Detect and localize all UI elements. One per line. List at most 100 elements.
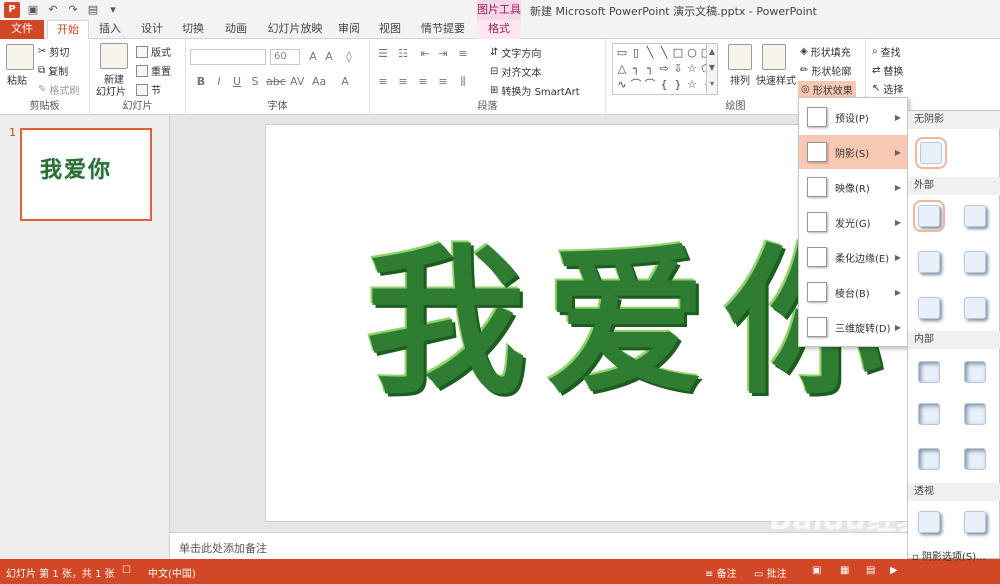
textbox-shape-icon[interactable]: ▭	[615, 45, 629, 61]
shadow-outer-swatch[interactable]	[964, 205, 986, 227]
underline-icon[interactable]: U	[230, 75, 244, 88]
cut-button[interactable]: ✂ 剪切	[38, 44, 69, 59]
line-shape-icon[interactable]: ╲	[643, 45, 657, 61]
shadow-options-link[interactable]: ▫ 阴影选项(S)...	[912, 548, 986, 563]
shadow-outer-swatch[interactable]	[918, 297, 940, 319]
select-button[interactable]: ↖ 选择	[872, 81, 903, 96]
shadow-text-icon[interactable]: S	[248, 75, 262, 88]
save-icon[interactable]: ▣	[26, 3, 40, 17]
shadow-inner-swatch[interactable]	[918, 361, 940, 383]
arrow-down-shape-icon[interactable]: ⇩	[671, 61, 685, 77]
tab-file[interactable]: 文件	[0, 20, 44, 39]
freeform-shape-icon[interactable]: ⌒	[643, 77, 657, 93]
tab-review[interactable]: 审阅	[333, 20, 365, 39]
new-slide-icon[interactable]	[100, 43, 128, 69]
new-slide-button-line2[interactable]: 幻灯片	[96, 83, 126, 98]
connector-shape-icon[interactable]: ┐	[629, 61, 643, 77]
quick-styles-button[interactable]: 快速样式	[756, 72, 796, 87]
reset-button[interactable]: 重置	[136, 63, 171, 78]
curve-shape-icon[interactable]: ∿	[615, 77, 629, 93]
paste-button[interactable]: 粘贴	[7, 72, 27, 87]
rectangle-shape-icon[interactable]: □	[671, 45, 685, 61]
tab-storyboarding[interactable]: 情节提要	[418, 20, 468, 39]
layout-button[interactable]: 版式	[136, 44, 171, 59]
notes-toggle[interactable]: ≡ 备注	[705, 565, 737, 580]
align-text-button[interactable]: ⊟ 对齐文本	[490, 64, 541, 79]
shadow-outer-swatch[interactable]	[964, 297, 986, 319]
shape-fill-button[interactable]: ◈ 形状填充	[800, 44, 851, 59]
tab-home[interactable]: 开始	[47, 20, 89, 40]
brace-right-shape-icon[interactable]: }	[671, 77, 685, 93]
font-color-icon[interactable]: A	[338, 75, 352, 88]
star2-shape-icon[interactable]: ☆	[685, 77, 699, 93]
align-right-icon[interactable]: ≡	[416, 75, 430, 88]
customize-qat-icon[interactable]: ▾	[106, 3, 120, 17]
shadow-outer-swatch[interactable]	[918, 251, 940, 273]
shapes-gallery[interactable]: ▭▯╲╲□○▢ △┐┐⇨⇩☆⬠ ∿⌒⌒{}☆·	[612, 43, 716, 95]
arrange-button[interactable]: 排列	[730, 72, 750, 87]
arc-shape-icon[interactable]: ⌒	[629, 77, 643, 93]
brace-left-shape-icon[interactable]: {	[657, 77, 671, 93]
tab-design[interactable]: 设计	[134, 20, 170, 39]
shadow-inner-swatch[interactable]	[918, 448, 940, 470]
copy-button[interactable]: ⧉ 复制	[38, 63, 68, 78]
menu-item-reflection[interactable]: 映像(R) ▶	[799, 170, 907, 204]
redo-icon[interactable]: ↷	[66, 3, 80, 17]
align-center-icon[interactable]: ≡	[396, 75, 410, 88]
align-left-icon[interactable]: ≡	[376, 75, 390, 88]
shadow-inner-swatch[interactable]	[918, 403, 940, 425]
line2-shape-icon[interactable]: ╲	[657, 45, 671, 61]
shadow-inner-swatch[interactable]	[964, 448, 986, 470]
menu-item-preset[interactable]: 预设(P) ▶	[799, 100, 907, 134]
arrange-icon[interactable]	[728, 44, 752, 70]
font-size-combo[interactable]: 60	[270, 49, 300, 65]
menu-item-glow[interactable]: 发光(G) ▶	[799, 205, 907, 239]
shadow-none-swatch[interactable]	[915, 137, 947, 169]
normal-view-icon[interactable]: ▣	[812, 565, 821, 576]
tab-slideshow[interactable]: 幻灯片放映	[264, 20, 326, 39]
slide-sorter-icon[interactable]: ▦	[840, 565, 849, 576]
strikethrough-icon[interactable]: abc	[266, 75, 286, 88]
char-spacing-icon[interactable]: AV	[290, 75, 304, 88]
spell-check-icon[interactable]: ☐	[122, 565, 131, 576]
shadow-perspective-swatch[interactable]	[964, 511, 986, 533]
shadow-inner-swatch[interactable]	[964, 361, 986, 383]
shape-effects-button[interactable]: ◎ 形状效果	[798, 81, 856, 98]
increase-indent-icon[interactable]: ⇥	[436, 47, 450, 60]
font-name-combo[interactable]	[190, 49, 266, 65]
decrease-indent-icon[interactable]: ⇤	[418, 47, 432, 60]
grow-font-icon[interactable]: A	[306, 50, 320, 63]
menu-item-soft-edges[interactable]: 柔化边缘(E) ▶	[799, 240, 907, 274]
undo-icon[interactable]: ↶	[46, 3, 60, 17]
change-case-icon[interactable]: Aa	[312, 75, 326, 88]
shadow-outer-swatch[interactable]	[964, 251, 986, 273]
format-painter-button[interactable]: ✎ 格式刷	[38, 82, 79, 97]
line-spacing-icon[interactable]: ≡	[456, 47, 470, 60]
justify-icon[interactable]: ≡	[436, 75, 450, 88]
numbering-icon[interactable]: ☷	[396, 47, 410, 60]
oval-shape-icon[interactable]: ○	[685, 45, 699, 61]
shadow-perspective-swatch[interactable]	[918, 511, 940, 533]
slide-thumbnail[interactable]: 我爱你	[20, 128, 152, 221]
bullets-icon[interactable]: ☰	[376, 47, 390, 60]
triangle-shape-icon[interactable]: △	[615, 61, 629, 77]
star-shape-icon[interactable]: ☆	[685, 61, 699, 77]
tab-format[interactable]: 格式	[477, 20, 521, 39]
reading-view-icon[interactable]: ▤	[866, 565, 875, 576]
bold-icon[interactable]: B	[194, 75, 208, 88]
smartart-button[interactable]: ⊞ 转换为 SmartArt	[490, 83, 580, 98]
clear-format-icon[interactable]: ◊	[342, 50, 356, 63]
columns-icon[interactable]: ⫼	[456, 75, 470, 89]
shrink-font-icon[interactable]: A	[322, 50, 336, 63]
comments-toggle[interactable]: ▭ 批注	[754, 565, 787, 580]
tab-view[interactable]: 视图	[374, 20, 406, 39]
shapes-gallery-scroll[interactable]: ▲ ▼ ▾	[706, 43, 718, 95]
replace-button[interactable]: ⇄ 替换	[872, 63, 903, 78]
language-indicator[interactable]: 中文(中国)	[148, 565, 196, 580]
slideshow-icon[interactable]: ▶	[890, 565, 898, 576]
shape-outline-button[interactable]: ✏ 形状轮廓	[800, 63, 851, 78]
section-button[interactable]: 节	[136, 82, 161, 97]
vertical-textbox-shape-icon[interactable]: ▯	[629, 45, 643, 61]
quick-styles-icon[interactable]	[762, 44, 786, 70]
tab-insert[interactable]: 插入	[92, 20, 128, 39]
